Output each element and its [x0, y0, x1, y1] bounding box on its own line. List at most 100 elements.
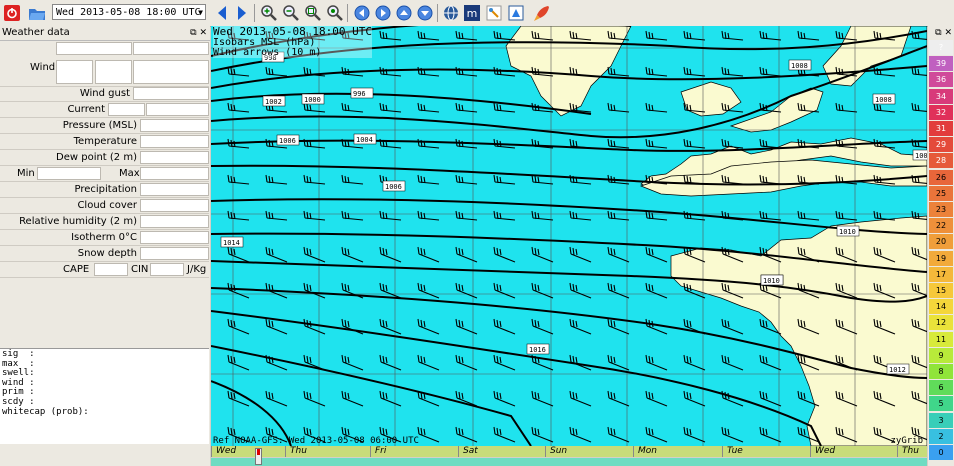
timeline-day[interactable]: Thu — [285, 446, 370, 457]
timeline-day[interactable]: Sat — [458, 446, 545, 457]
meteotable-icon[interactable]: m — [462, 3, 482, 23]
gps-icon[interactable] — [506, 3, 526, 23]
date-select[interactable]: Wed 2013-05-08 18:00 UTC ▼ — [52, 4, 206, 20]
legend-item: 25 — [929, 185, 953, 201]
arrow-left-icon[interactable] — [352, 3, 372, 23]
isobar-label: 1008 — [788, 59, 812, 71]
wind-label: Wind — [30, 62, 56, 73]
map-layer-wind: Wind arrows (10 m) — [213, 47, 322, 58]
map-canvas[interactable]: 9981002 10009961006 1004100610081014100810… — [210, 20, 936, 447]
rocket-icon[interactable] — [532, 3, 552, 23]
timeline-day[interactable]: Fri — [370, 446, 458, 457]
legend-item: 9 — [929, 347, 953, 363]
weather-map[interactable]: 998 1002 1000 996 1006 1004 1006 1008 1014 1008 10… — [210, 20, 936, 447]
isobar-label: 1008 — [872, 93, 896, 105]
timeline-day[interactable]: Wed — [810, 446, 897, 457]
timeline-slider-handle[interactable] — [255, 448, 262, 465]
legend-header: ⧉ ✕ — [935, 28, 952, 38]
isobar-label: 1016 — [526, 343, 550, 355]
legend-item: ? — [929, 40, 953, 55]
legend-item: 11 — [929, 331, 953, 347]
panel-title-bar: Weather data ⧉ ✕ — [0, 26, 210, 41]
value-cell — [133, 87, 209, 100]
arrow-up-icon[interactable] — [394, 3, 414, 23]
legend-item: 3 — [929, 412, 953, 428]
legend-item: 32 — [929, 104, 953, 120]
row-wind: Wind — [0, 58, 209, 87]
legend-item: 34 — [929, 88, 953, 104]
min-value-cell — [37, 167, 101, 180]
cloud-cover-label: Cloud cover — [77, 200, 137, 211]
isobar-label: 1014 — [220, 236, 244, 248]
wind-gust-label: Wind gust — [79, 88, 130, 99]
value-cell — [140, 215, 209, 228]
arrow-right-icon[interactable] — [373, 3, 393, 23]
legend-item: 19 — [929, 250, 953, 266]
weather-data-panel: Weather data ⧉ ✕ Wind Wind gust Current … — [0, 26, 210, 466]
globe-icon[interactable] — [441, 3, 461, 23]
legend-item: 20 — [929, 234, 953, 250]
row-pressure: Pressure (MSL) — [0, 118, 209, 134]
timeline-day[interactable]: Sun — [545, 446, 633, 457]
legend-item: 14 — [929, 299, 953, 315]
min-label: Min — [17, 168, 35, 179]
panel-float-close-icons[interactable]: ⧉ ✕ — [190, 26, 207, 40]
svg-text:1012: 1012 — [889, 366, 906, 374]
svg-text:1016: 1016 — [529, 346, 546, 354]
power-icon[interactable] — [2, 3, 22, 23]
value-cell — [56, 42, 132, 55]
map-overlay-title: Wed 2013-05-08 18:00 UTC Isobars MSL (hP… — [213, 26, 372, 58]
date-timeline[interactable]: Wed Thu Fri Sat Sun Mon Tue Wed Thu — [211, 446, 927, 466]
previous-icon[interactable] — [212, 3, 232, 23]
row-cape-cin: CAPE CIN J/Kg — [0, 262, 209, 278]
value-cell — [140, 231, 209, 244]
max-value-cell — [140, 167, 209, 180]
isobar-label: 1012 — [886, 363, 910, 375]
wind-cell-2 — [95, 60, 132, 84]
legend-item: 15 — [929, 283, 953, 298]
zoom-area-icon[interactable] — [303, 3, 323, 23]
row-current: Current — [0, 102, 209, 118]
zoom-best-icon[interactable] — [325, 3, 345, 23]
row-wind-gust: Wind gust — [0, 86, 209, 102]
max-label: Max — [119, 168, 140, 179]
open-file-icon[interactable] — [27, 3, 47, 23]
legend-item: 22 — [929, 218, 953, 234]
legend-item: 26 — [929, 169, 953, 185]
next-icon[interactable] — [232, 3, 252, 23]
wind-cell-3 — [133, 60, 209, 84]
svg-text:1008: 1008 — [791, 62, 808, 70]
info-line: whitecap (prob): — [2, 406, 89, 417]
timeline-day[interactable]: Mon — [633, 446, 722, 457]
legend-item: 36 — [929, 72, 953, 88]
unit-label: J/Kg — [187, 264, 207, 275]
timeline-day[interactable]: Thu — [897, 446, 927, 457]
panel-title: Weather data — [2, 27, 70, 38]
temperature-label: Temperature — [73, 136, 137, 147]
isobar-label: 1000 — [301, 93, 325, 105]
date-select-value: Wed 2013-05-08 18:00 UTC — [56, 7, 201, 18]
timeline-day[interactable]: Tue — [722, 446, 810, 457]
isobar-label: 1002 — [262, 95, 286, 107]
zoom-out-icon[interactable] — [281, 3, 301, 23]
row-min-max: Min Max — [0, 166, 209, 182]
select-icon[interactable] — [484, 3, 504, 23]
timeline-track[interactable] — [211, 458, 927, 466]
svg-text:1010: 1010 — [763, 277, 780, 285]
svg-text:1006: 1006 — [279, 137, 296, 145]
humidity-label: Relative humidity (2 m) — [19, 216, 137, 227]
legend-item: 12 — [929, 315, 953, 331]
zoom-in-icon[interactable] — [259, 3, 279, 23]
value-cell — [140, 119, 209, 132]
chevron-down-icon: ▼ — [198, 8, 203, 17]
value-cell — [140, 183, 209, 196]
value-cell — [108, 103, 145, 116]
map-reference: Ref NOAA-GFS: Wed 2013-05-08 06:00 UTC — [213, 436, 419, 446]
isobar-label: 1006 — [912, 149, 936, 161]
legend-item: 5 — [929, 396, 953, 412]
timeline-day[interactable]: Wed — [211, 446, 285, 457]
svg-text:1000: 1000 — [304, 96, 321, 104]
isobar-label: 1006 — [382, 180, 406, 192]
wind-cell-1 — [56, 60, 93, 84]
arrow-down-icon[interactable] — [415, 3, 435, 23]
